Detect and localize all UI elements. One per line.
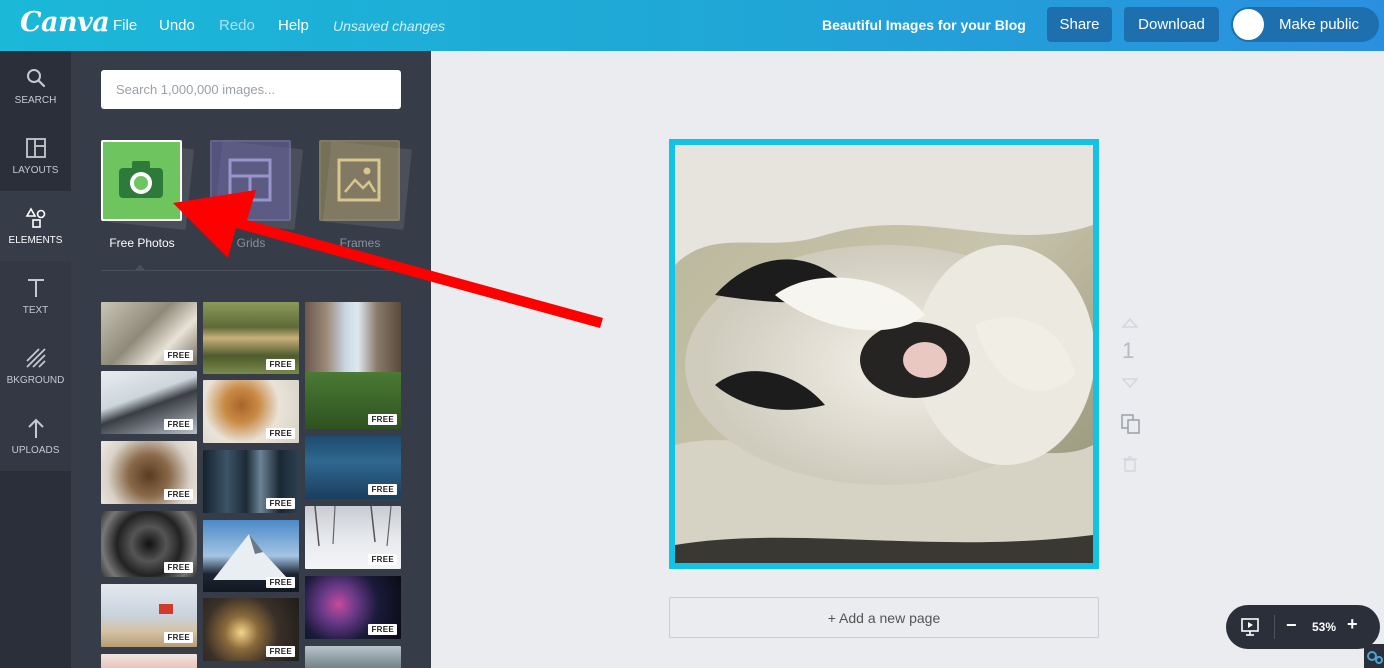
toggle-knob (1233, 9, 1264, 40)
elements-panel: Free Photos Grids Frames FREE FREE FREE … (71, 51, 431, 668)
move-page-down-icon[interactable] (1121, 378, 1139, 388)
photo-thumbnail[interactable]: FREE (203, 380, 299, 443)
sidebar-item-search[interactable]: SEARCH (0, 51, 71, 121)
zoom-control: − 53% + (1226, 605, 1380, 649)
free-badge: FREE (164, 350, 193, 361)
photo-thumbnail[interactable]: FREE (101, 511, 197, 577)
free-badge: FREE (368, 414, 397, 425)
elements-icon (25, 207, 46, 228)
file-menu[interactable]: File (113, 17, 137, 34)
free-badge: FREE (266, 498, 295, 509)
photo-thumbnail[interactable]: FREE (305, 506, 401, 569)
sidebar-item-label: ELEMENTS (8, 235, 63, 246)
upload-icon (28, 418, 44, 438)
present-icon[interactable] (1240, 617, 1260, 637)
document-title[interactable]: Beautiful Images for your Blog (822, 17, 1026, 33)
photo-thumbnail[interactable]: FREE (101, 371, 197, 434)
free-badge: FREE (368, 484, 397, 495)
free-badge: FREE (164, 632, 193, 643)
image-search-input[interactable] (101, 70, 401, 109)
zoom-level: 53% (1312, 620, 1337, 634)
move-page-up-icon[interactable] (1121, 318, 1139, 328)
category-free-photos[interactable] (101, 140, 195, 231)
page-number: 1 (1122, 338, 1135, 363)
undo-button[interactable]: Undo (159, 17, 195, 34)
sidebar-item-text[interactable]: TEXT (0, 261, 71, 331)
text-icon (28, 279, 44, 297)
cat-photo-image (675, 145, 1093, 563)
free-badge: FREE (164, 419, 193, 430)
category-grids[interactable] (210, 140, 304, 231)
save-status: Unsaved changes (333, 18, 446, 34)
background-icon (26, 348, 46, 368)
add-page-button[interactable]: + Add a new page (669, 597, 1099, 638)
photo-thumbnail[interactable]: FREE (203, 302, 299, 374)
free-badge: FREE (266, 359, 295, 370)
category-label: Free Photos (109, 236, 175, 250)
design-page[interactable] (669, 139, 1099, 569)
free-badge: FREE (368, 554, 397, 565)
photo-thumbnail[interactable]: FREE (305, 436, 401, 499)
sidebar-item-label: BKGROUND (6, 375, 65, 386)
photo-thumbnail[interactable]: FREE (203, 520, 299, 592)
free-badge: FREE (266, 646, 295, 657)
sidebar-item-label: TEXT (22, 305, 49, 316)
photo-thumbnail[interactable]: FREE (101, 302, 197, 365)
category-label: Frames (339, 236, 381, 250)
zoom-out-button[interactable]: − (1286, 615, 1297, 636)
top-bar: Canva File Undo Redo Help Unsaved change… (0, 0, 1384, 51)
duplicate-page-icon[interactable] (1121, 414, 1141, 434)
category-label: Grids (236, 236, 266, 250)
photo-thumbnail[interactable]: FREE (203, 450, 299, 513)
zoom-in-button[interactable]: + (1347, 614, 1358, 635)
photo-thumbnail[interactable]: FREE (305, 302, 401, 429)
help-widget-icon[interactable] (1364, 644, 1384, 668)
sidebar-item-elements[interactable]: ELEMENTS (0, 191, 71, 261)
sidebar-item-label: LAYOUTS (12, 165, 59, 176)
free-badge: FREE (164, 489, 193, 500)
photo-thumbnail[interactable]: FREE (101, 441, 197, 504)
make-public-label: Make public (1279, 16, 1360, 33)
sidebar-item-background[interactable]: BKGROUND (0, 331, 71, 401)
photo-thumbnail[interactable] (101, 654, 197, 668)
free-badge: FREE (368, 624, 397, 635)
free-badge: FREE (266, 577, 295, 588)
photo-thumbnail[interactable]: FREE (203, 598, 299, 661)
search-icon (27, 69, 46, 88)
sidebar-rail: SEARCH LAYOUTS ELEMENTS TEXT BKGROUND UP… (0, 51, 71, 668)
grid-icon (228, 158, 272, 202)
category-frames[interactable] (319, 140, 413, 231)
canvas-photo[interactable] (675, 145, 1093, 563)
redo-button[interactable]: Redo (219, 17, 255, 34)
frame-icon (337, 158, 381, 202)
delete-page-icon[interactable] (1121, 455, 1139, 473)
make-public-toggle[interactable]: Make public (1231, 7, 1379, 42)
sidebar-item-label: SEARCH (14, 95, 57, 106)
sidebar-item-layouts[interactable]: LAYOUTS (0, 121, 71, 191)
photo-thumbnail[interactable]: FREE (305, 576, 401, 639)
share-button[interactable]: Share (1047, 7, 1112, 42)
canva-logo[interactable]: Canva (20, 7, 110, 38)
download-button[interactable]: Download (1124, 7, 1219, 42)
camera-icon (119, 161, 163, 198)
free-badge: FREE (164, 562, 193, 573)
sidebar-item-uploads[interactable]: UPLOADS (0, 401, 71, 471)
panel-divider (101, 270, 401, 271)
help-menu[interactable]: Help (278, 17, 309, 34)
layouts-icon (26, 138, 46, 158)
photo-thumbnail[interactable] (305, 646, 401, 668)
sidebar-item-label: UPLOADS (11, 445, 60, 456)
free-badge: FREE (266, 428, 295, 439)
photo-thumbnail[interactable]: FREE (101, 584, 197, 647)
